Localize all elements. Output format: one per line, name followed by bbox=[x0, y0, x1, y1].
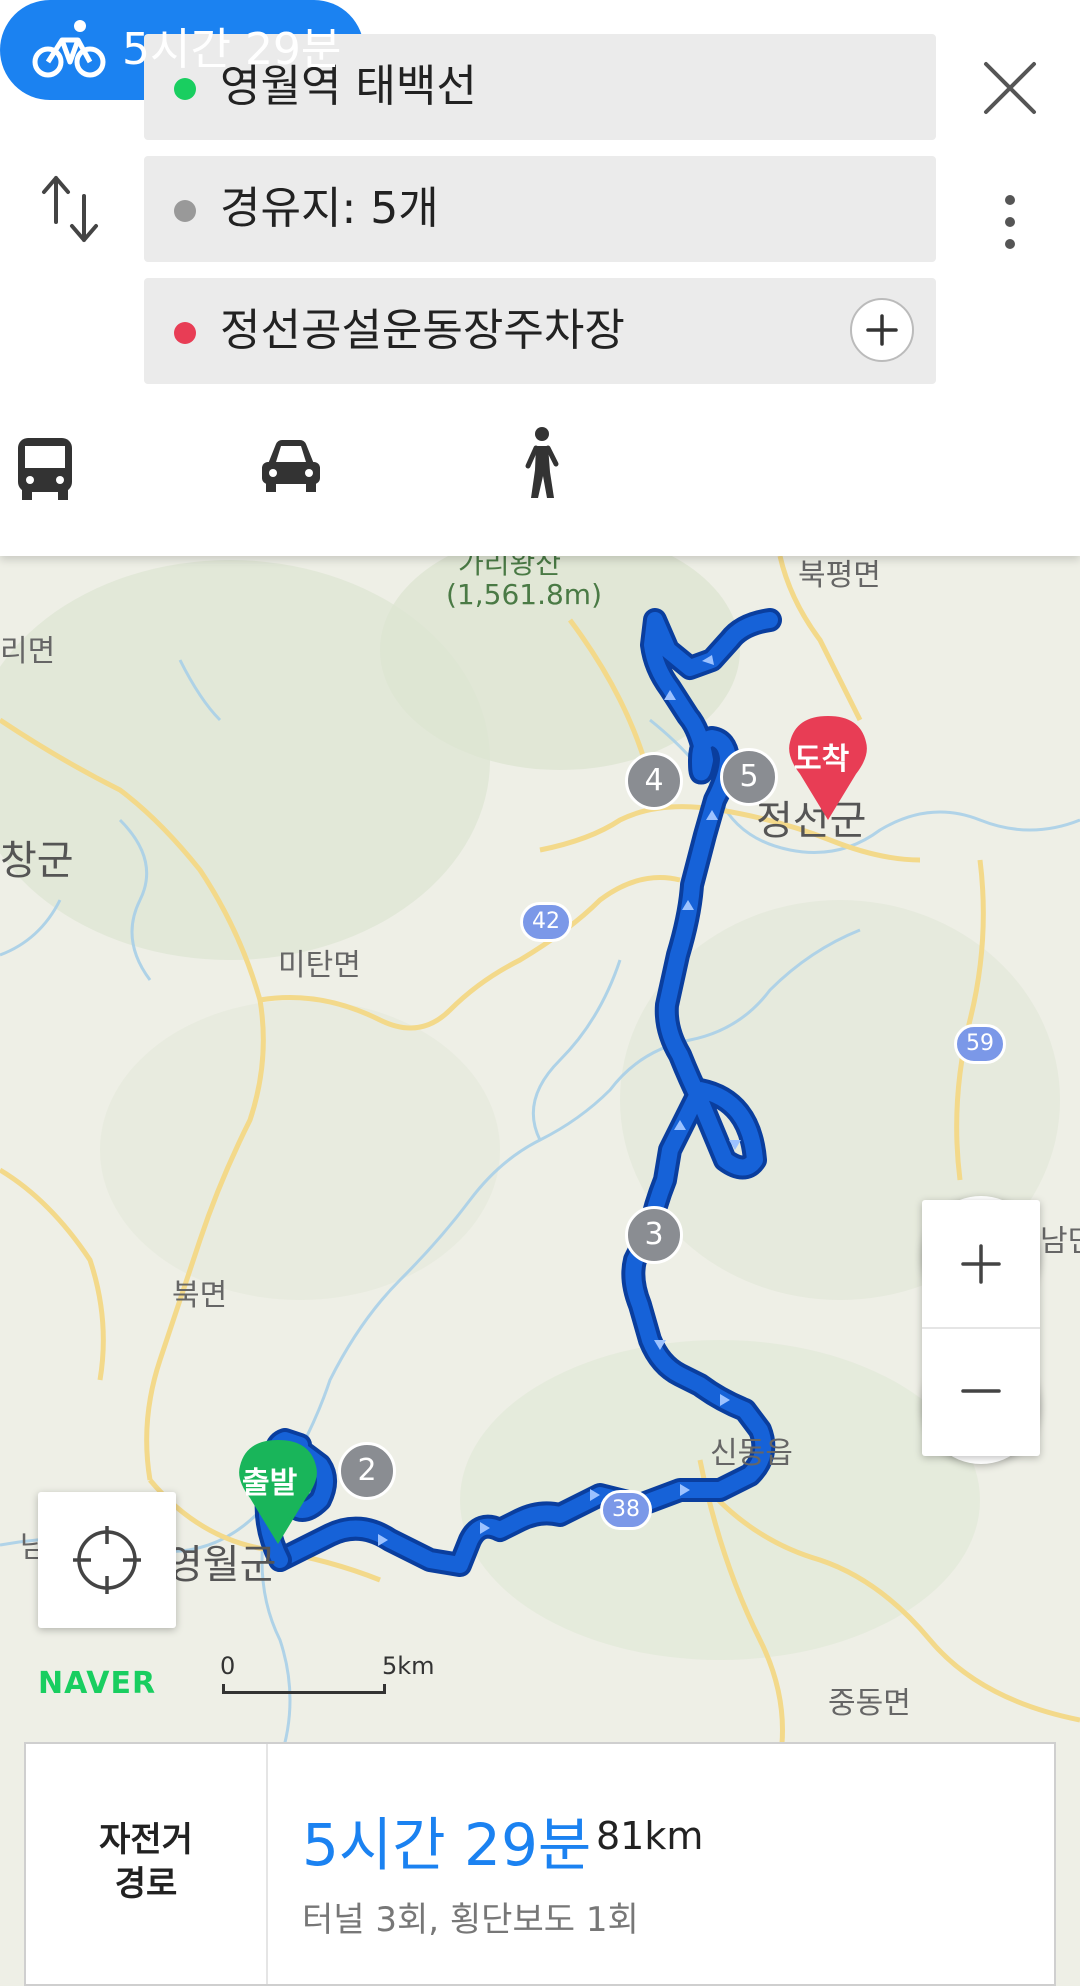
scale-bar bbox=[222, 1684, 386, 1694]
car-mode-tab[interactable] bbox=[256, 416, 326, 516]
bus-icon bbox=[18, 438, 72, 500]
waypoints-text: 경유지: 5개 bbox=[220, 183, 439, 234]
route-type-label: 자전거 경로 bbox=[26, 1818, 266, 1906]
destination-text: 정선공설운동장주차장 bbox=[220, 305, 625, 356]
waypoint-marker-3[interactable]: 3 bbox=[625, 1206, 683, 1264]
place-label-sindong: 신동읍 bbox=[710, 1436, 793, 1471]
waypoint-marker-4[interactable]: 4 bbox=[625, 752, 683, 810]
naver-logo: NAVER bbox=[38, 1666, 157, 1701]
place-label-peak-alt: (1,561.8m) bbox=[446, 578, 602, 611]
map-scale: 0 5km bbox=[218, 1652, 478, 1700]
route-search-panel: 영월역 태백선 경유지: 5개 정선공설운동장주차장 5시간 29분 bbox=[0, 0, 1080, 556]
walk-mode-tab[interactable] bbox=[516, 416, 566, 516]
scale-zero: 0 bbox=[220, 1652, 236, 1680]
close-button[interactable] bbox=[978, 56, 1042, 120]
minus-icon bbox=[961, 1389, 1001, 1393]
plus-icon bbox=[866, 314, 898, 346]
road-shield-38: 38 bbox=[600, 1490, 652, 1530]
route-details: 터널 3회, 횡단보도 1회 bbox=[302, 1900, 639, 1940]
place-label-right-edge: 남면 bbox=[1040, 1224, 1080, 1259]
swap-direction-button[interactable] bbox=[36, 170, 106, 250]
place-label-bukmyeon: 북면 bbox=[172, 1278, 228, 1313]
waypoints-field[interactable]: 경유지: 5개 bbox=[144, 156, 936, 262]
road-shield-59: 59 bbox=[954, 1024, 1006, 1064]
crosshair-icon bbox=[73, 1526, 141, 1594]
more-vertical-icon bbox=[1005, 195, 1015, 249]
waypoint-marker-2[interactable]: 2 bbox=[338, 1442, 396, 1500]
route-type-line1: 자전거 bbox=[99, 1820, 193, 1860]
waypoint-dot bbox=[174, 200, 196, 222]
close-icon bbox=[984, 62, 1036, 114]
more-options-button[interactable] bbox=[990, 190, 1030, 254]
swap-arrows-icon bbox=[42, 176, 98, 242]
place-label-imyeon: 리면 bbox=[0, 634, 56, 669]
add-waypoint-button[interactable] bbox=[850, 298, 914, 362]
zoom-in-button[interactable] bbox=[922, 1200, 1040, 1327]
destination-field[interactable]: 정선공설운동장주차장 bbox=[144, 278, 936, 384]
plus-icon bbox=[961, 1244, 1001, 1284]
end-pin-label: 도착 bbox=[794, 742, 850, 777]
route-type-box: 자전거 경로 bbox=[26, 1744, 268, 1984]
zoom-control bbox=[922, 1200, 1040, 1456]
scale-distance: 5km bbox=[382, 1652, 435, 1680]
start-pin[interactable]: 출발 bbox=[232, 1436, 324, 1546]
transit-mode-tab[interactable] bbox=[10, 416, 80, 516]
bike-duration-label: 5시간 29분 bbox=[122, 24, 342, 75]
walking-icon bbox=[525, 427, 559, 498]
place-label-bukpyeong: 북평면 bbox=[798, 558, 881, 593]
place-label-peak: 가리왕산 bbox=[458, 556, 562, 580]
place-label-mitan: 미탄면 bbox=[278, 948, 361, 983]
bike-mode-tab[interactable]: 5시간 29분 bbox=[0, 0, 364, 100]
route-summary-card[interactable]: 자전거 경로 5시간 29분 81km 터널 3회, 횡단보도 1회 bbox=[24, 1742, 1056, 1986]
car-icon bbox=[262, 440, 320, 492]
start-pin-label: 출발 bbox=[242, 1466, 298, 1501]
road-shield-42: 42 bbox=[520, 902, 572, 942]
end-pin[interactable]: 도착 bbox=[782, 712, 874, 822]
destination-dot bbox=[174, 322, 196, 344]
route-type-line2: 경로 bbox=[114, 1864, 178, 1904]
bicycle-icon bbox=[32, 20, 106, 78]
route-distance: 81km bbox=[596, 1814, 704, 1858]
my-location-button[interactable] bbox=[38, 1492, 176, 1628]
route-duration: 5시간 29분 bbox=[302, 1811, 592, 1879]
place-label-pyeongchang: 창군 bbox=[0, 838, 74, 884]
zoom-out-button[interactable] bbox=[922, 1329, 1040, 1456]
waypoint-marker-5[interactable]: 5 bbox=[720, 748, 778, 806]
place-label-jungdong: 중동면 bbox=[828, 1686, 911, 1721]
